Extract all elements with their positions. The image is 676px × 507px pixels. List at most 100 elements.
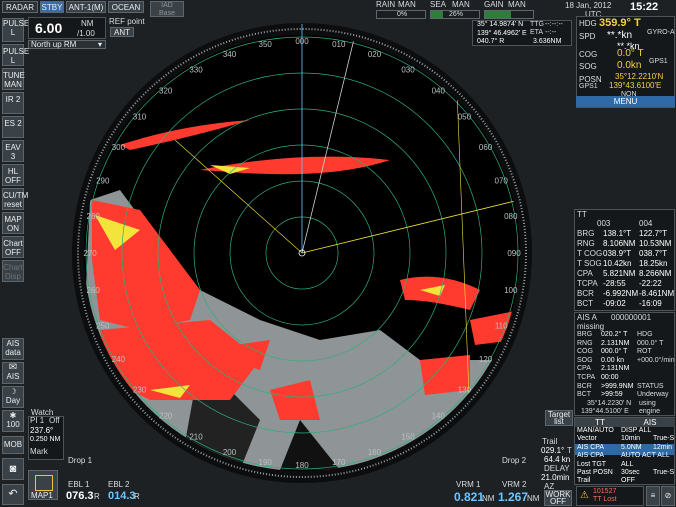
chevron-down-icon: ▾ (97, 40, 102, 49)
ocean-button[interactable]: OCEAN (108, 1, 144, 13)
camera-icon: ◙ (9, 463, 17, 475)
ttg-label: TTG (530, 21, 544, 28)
stby-button[interactable]: STBY (40, 1, 64, 13)
target-menu-item[interactable]: Trail OFF (575, 477, 674, 488)
ais-button[interactable]: ✉ AIS (2, 362, 24, 384)
antenna-button[interactable]: ANT-1(M) (66, 1, 106, 13)
tt-row: BCT -09:02 -16:09 (575, 299, 674, 310)
camera-button[interactable]: ◙ (2, 458, 24, 480)
left-menu-item[interactable]: ES 2 (2, 116, 24, 138)
left-menu-label: TUNE MAN (3, 71, 25, 89)
target-menu-cell: Past POSN (577, 469, 613, 476)
sog-value: 0.0kn (617, 60, 642, 71)
tt-cell: -28:55 (603, 279, 626, 288)
tt-tab[interactable]: TT (575, 418, 625, 427)
radar-scope[interactable]: 000 010 020 030 040 050 060 070 080 090 100 110 120 1… (60, 0, 580, 507)
bearing-label: 120 (479, 355, 493, 364)
work-off: OFF (550, 497, 566, 506)
ais-cell: 2.131NM (601, 339, 630, 347)
ais-cell: STATUS (637, 382, 664, 390)
ais-cell: 000.0° T (601, 348, 628, 356)
alert-box[interactable]: ⚠ 101527 TT Lost (576, 486, 644, 506)
menu-button[interactable]: MENU (576, 96, 675, 107)
target-list-button[interactable]: Target list (545, 410, 573, 426)
tt-cell: -22:22 (639, 279, 662, 288)
antenna-label: ANT-1(M) (68, 3, 104, 12)
target-menu-cell: True-S (653, 469, 675, 476)
left-menu-item[interactable]: Chart OFF (2, 236, 24, 258)
bearing-label: 100 (504, 286, 518, 295)
target-menu-cell: MAN/AUTO (577, 427, 614, 434)
gain-fill (485, 11, 512, 18)
pi-off: Off (49, 416, 60, 425)
mute-button[interactable]: ⊘ (661, 486, 675, 506)
map1-button[interactable]: MAP1 (28, 470, 58, 500)
warning-icon: ⚠ (580, 490, 589, 501)
bearing-label: 020 (368, 50, 382, 59)
ais-cell: TCPA (577, 374, 596, 381)
ais-data-button[interactable]: AIS data (2, 338, 24, 360)
pulse-label: PULSE (3, 19, 30, 28)
work-button[interactable]: WORK OFF (544, 490, 572, 506)
rain-label: RAIN (376, 0, 396, 9)
trail-speed: 64.4 kn (544, 455, 571, 464)
ack-button[interactable]: ≡ (646, 486, 660, 506)
left-menu-item[interactable]: CU/TM reset (2, 188, 28, 210)
day-label: Day (5, 396, 21, 405)
left-menu-item[interactable]: IR 2 (2, 92, 24, 114)
mob-button[interactable]: MOB (2, 436, 24, 454)
tt-cell: 10.53NM (639, 239, 672, 248)
posn-lon: 139°43.6100'E (609, 81, 662, 90)
left-menu-item[interactable]: TUNE MAN (2, 68, 25, 90)
range-display[interactable]: 6.00 NM /1.00 (28, 17, 106, 39)
ais-cell: ROT (637, 348, 652, 356)
mob-label: MOB (3, 440, 23, 449)
ais-tab[interactable]: AIS (625, 418, 675, 427)
tt-cell: 038.7°T (639, 249, 668, 258)
bearing-label: 180 (295, 461, 309, 470)
hdg-value: 359.9° T (599, 17, 641, 29)
ais-cell: SOG (577, 356, 593, 364)
rain-bar[interactable]: 0% (376, 10, 426, 19)
bearing-label: 330 (189, 65, 203, 74)
tt-cell: T COG (577, 249, 603, 258)
target-menu-cell: Vector (577, 435, 597, 443)
tt-cell: -09:02 (603, 299, 626, 308)
time: 15:22 (630, 1, 659, 13)
orientation-select[interactable]: North up RM ▾ (28, 40, 106, 49)
tt-cell: CPA (577, 269, 593, 278)
cursor-lat: 35° 14.9874' N (477, 21, 524, 28)
left-menu-item[interactable]: PULSE L (2, 44, 29, 66)
brilliance-value: 100 (6, 420, 20, 429)
sea-bar[interactable]: 26% (430, 10, 480, 19)
gain-bar[interactable] (484, 10, 534, 19)
bearing-label: 010 (332, 40, 346, 49)
tt-cell: 8.106NM (603, 239, 636, 248)
ref-point-button[interactable]: ANT (110, 27, 134, 37)
back-button[interactable]: ↶ (2, 484, 24, 505)
left-menu-item[interactable]: HL OFF (2, 164, 24, 186)
mark-label: Mark (30, 447, 48, 456)
ais-mmsi: 000000001 (611, 313, 652, 322)
pi-panel[interactable]: PI 1 Off 237.6° 0.250 NM Mark (28, 416, 64, 460)
vrm2-unit: NM (527, 494, 540, 503)
bearing-label: 350 (259, 40, 273, 49)
bearing-label: 140 (432, 411, 446, 420)
vrm1-value: 0.821 (454, 490, 485, 504)
left-menu-item[interactable]: MAP ON (2, 212, 24, 234)
ais-cell: Underway (637, 391, 669, 399)
menu-label: MENU (613, 97, 638, 106)
left-menu-label: EAV 3 (5, 143, 21, 161)
vrm1-unit: NM (482, 494, 495, 503)
left-menu-item[interactable]: EAV 3 (2, 140, 24, 162)
day-button[interactable]: ☽ Day (2, 386, 24, 408)
brilliance-button[interactable]: ✱ 100 (2, 410, 24, 432)
bearing-label: 060 (479, 143, 493, 152)
radar-button[interactable]: RADAR (2, 1, 38, 13)
tt-cell: T SOG (577, 259, 602, 268)
pulse-button[interactable]: PULSE L (2, 18, 29, 42)
left-menu-item[interactable]: Chart Disp (2, 260, 24, 282)
hdg-label: HDG (579, 19, 597, 28)
bearing-label: 230 (133, 385, 147, 394)
iad-base-button[interactable]: IAD Base (150, 1, 184, 17)
